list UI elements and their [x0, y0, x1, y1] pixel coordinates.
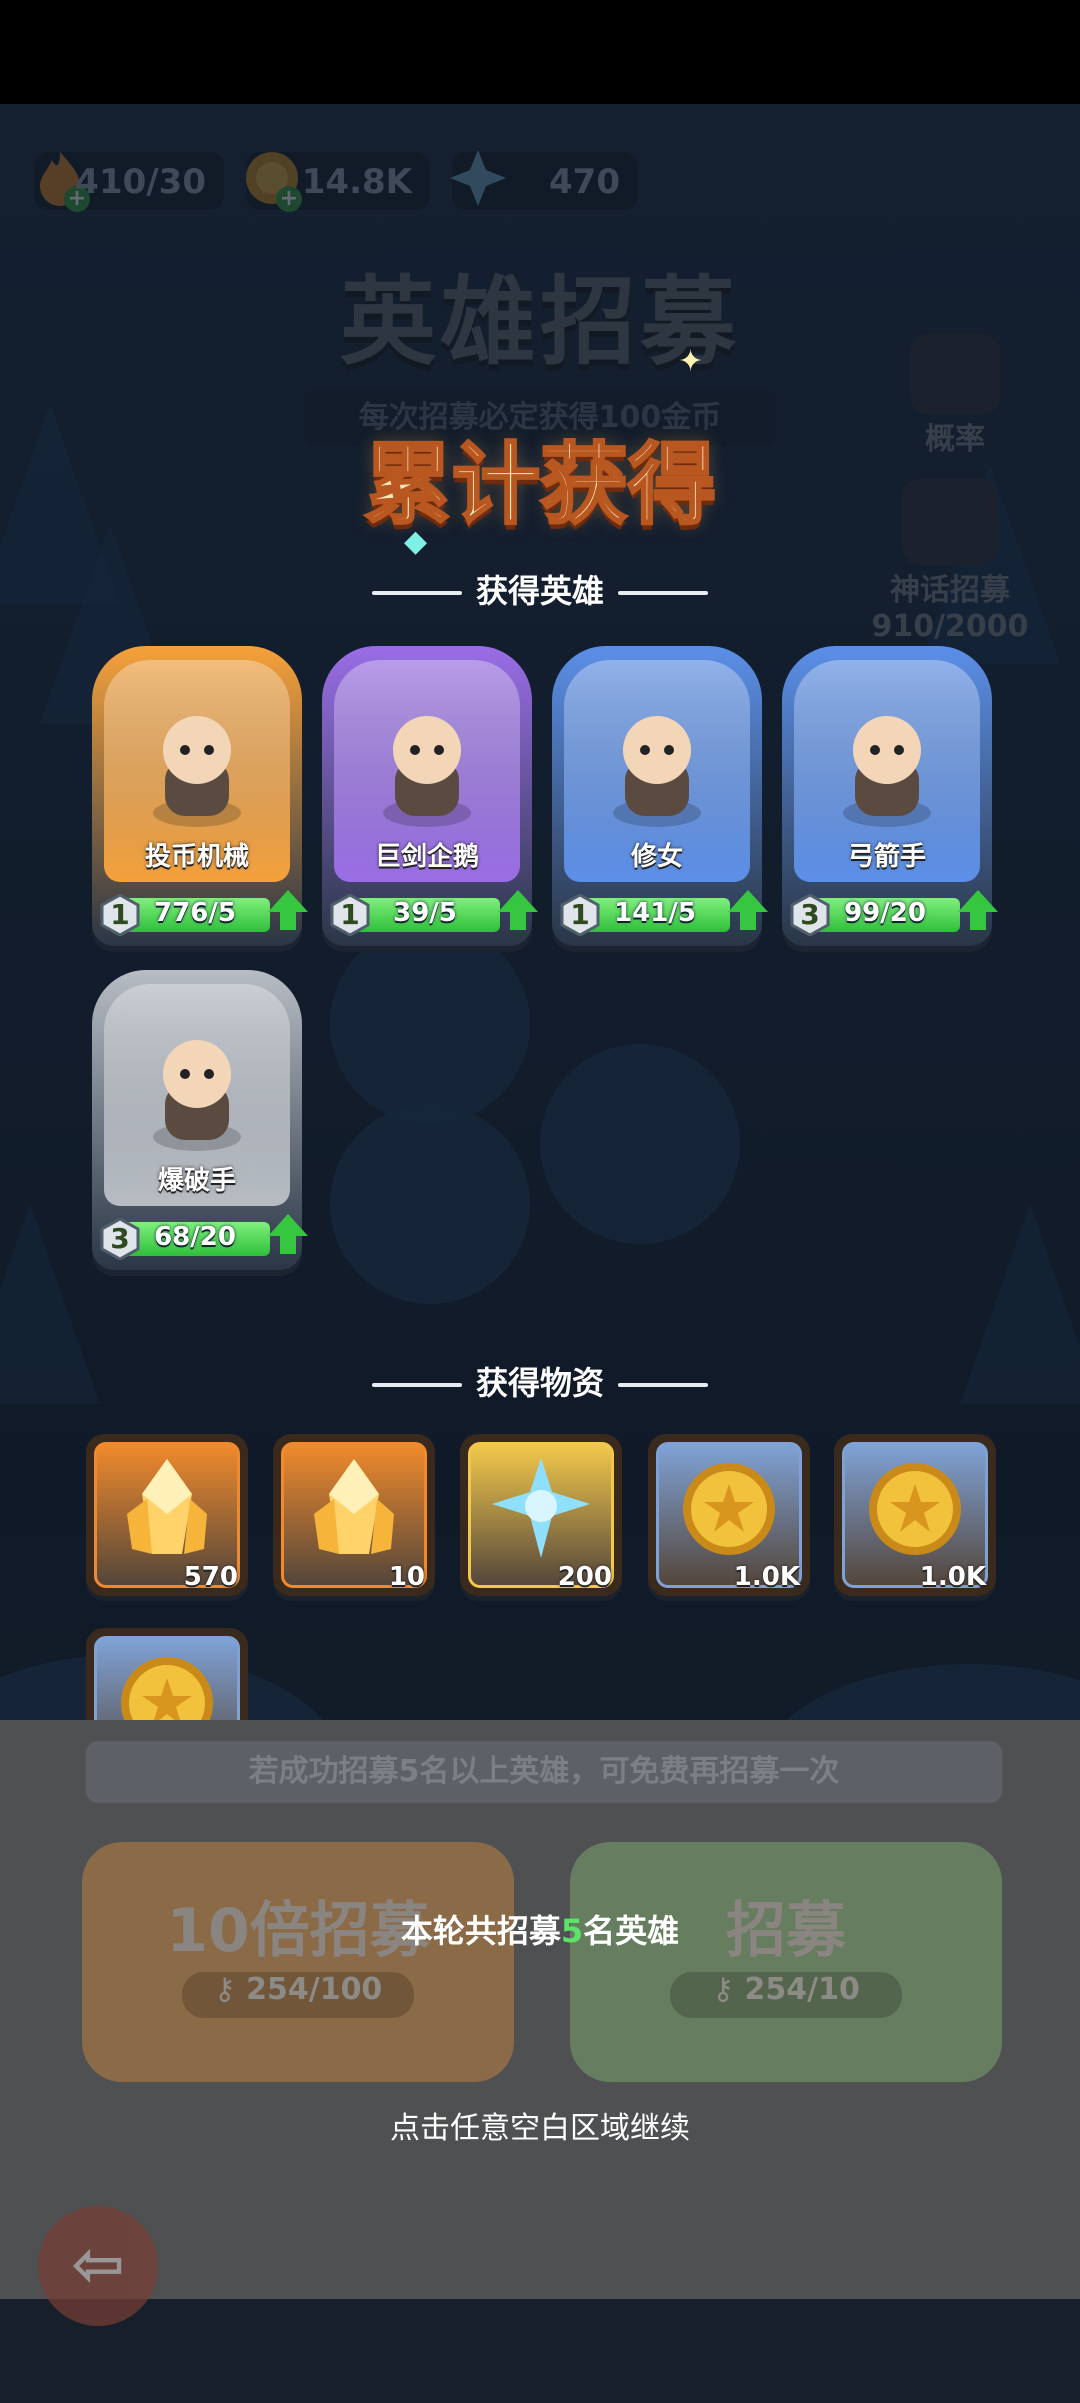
hero-level: 1 — [570, 898, 590, 931]
upgrade-arrow-icon — [268, 890, 308, 930]
hero-level-badge: 1 — [560, 894, 600, 936]
ten-recruit-button[interactable]: 10倍招募 ⚷ 254/100 — [82, 1842, 514, 2082]
ten-recruit-cost: ⚷ 254/100 — [182, 1972, 414, 2018]
hero-progress-bar: 141/5 — [580, 898, 730, 932]
items-section-header: 获得物资 — [0, 1358, 1080, 1404]
reward-heading: 累计获得 — [362, 432, 717, 538]
divider-left — [371, 1383, 462, 1387]
key-icon: ⚷ — [712, 1972, 745, 2007]
gold-coin-icon — [683, 1463, 775, 1555]
hero-level: 3 — [110, 1222, 130, 1255]
hero-progress-text: 141/5 — [614, 898, 696, 928]
reward-item-qty: 1.0K — [733, 1562, 800, 1592]
back-arrow-icon: ⇦ — [71, 2228, 125, 2302]
summary-suffix: 名英雄 — [583, 1912, 680, 1950]
hero-card[interactable]: 投币机械 776/5 1 — [92, 646, 308, 946]
hero-name: 爆破手 — [157, 1166, 236, 1196]
hero-progress-bar: 39/5 — [350, 898, 500, 932]
heroes-section-title: 获得英雄 — [475, 572, 604, 610]
free-recruit-hint: 若成功招募5名以上英雄，可免费再招募一次 — [86, 1741, 1002, 1803]
reward-item-qty: 1.0K — [919, 1562, 986, 1592]
hero-level-badge: 1 — [100, 894, 140, 936]
hero-level-badge: 3 — [790, 894, 830, 936]
hero-progress-bar: 68/20 — [120, 1222, 270, 1256]
ten-recruit-cost-value: 254/100 — [246, 1972, 383, 2007]
hero-level: 3 — [800, 898, 820, 931]
hero-progress-bar: 99/20 — [810, 898, 960, 932]
upgrade-arrow-icon — [268, 1214, 308, 1254]
summary-prefix: 本轮共招募 — [400, 1912, 561, 1950]
gold-crystal-icon — [127, 1459, 207, 1554]
hero-card[interactable]: 爆破手 68/20 3 — [92, 970, 308, 1270]
hero-level: 1 — [340, 898, 360, 931]
hero-card[interactable]: 巨剑企鹅 39/5 1 — [322, 646, 538, 946]
upgrade-arrow-icon — [728, 890, 768, 930]
heroes-section-header: 获得英雄 — [0, 566, 1080, 612]
hero-name: 投币机械 — [144, 842, 249, 872]
gold-crystal-icon — [314, 1459, 394, 1554]
hero-card[interactable]: 修女 141/5 1 — [552, 646, 768, 946]
hero-name: 修女 — [630, 842, 683, 872]
hero-progress-text: 776/5 — [154, 898, 236, 928]
single-recruit-cost-value: 254/10 — [744, 1972, 860, 2007]
hero-progress-text: 68/20 — [154, 1222, 236, 1252]
reward-item[interactable]: 10 — [273, 1434, 435, 1596]
divider-right — [618, 1383, 708, 1387]
sparkle-icon: ◆ — [404, 524, 428, 559]
reward-item[interactable]: 570 — [86, 1434, 248, 1596]
nun-hero-icon — [613, 716, 701, 827]
divider-left — [371, 591, 462, 595]
bomber-hero-icon — [153, 1040, 241, 1151]
hero-level-badge: 3 — [100, 1218, 140, 1260]
hero-progress-text: 39/5 — [393, 898, 457, 928]
recruit-summary: 本轮共招募5名英雄 — [0, 1906, 1080, 1952]
hero-progress-bar: 776/5 — [120, 898, 270, 932]
hero-card[interactable]: 弓箭手 99/20 3 — [782, 646, 998, 946]
reward-item-qty: 10 — [388, 1562, 425, 1592]
hero-level-badge: 1 — [330, 894, 370, 936]
sparkle-icon: ✦ — [678, 344, 704, 379]
hero-level: 1 — [110, 898, 130, 931]
coin-machine-hero-icon — [153, 716, 241, 827]
reward-item[interactable]: 1.0K — [834, 1434, 996, 1596]
upgrade-arrow-icon — [498, 890, 538, 930]
reward-item[interactable]: 1.0K — [648, 1434, 810, 1596]
single-recruit-cost: ⚷ 254/10 — [670, 1972, 902, 2018]
archer-hero-icon — [843, 716, 931, 827]
divider-right — [618, 591, 708, 595]
continue-hint: 点击任意空白区域继续 — [390, 2111, 690, 2146]
reward-item-qty: 200 — [557, 1562, 612, 1592]
gold-coin-icon — [869, 1463, 961, 1555]
hero-name: 巨剑企鹅 — [374, 842, 479, 872]
summary-count: 5 — [560, 1912, 584, 1950]
single-recruit-button[interactable]: 招募 ⚷ 254/10 — [570, 1842, 1002, 2082]
items-section-title: 获得物资 — [475, 1364, 604, 1402]
hero-name: 弓箭手 — [847, 842, 926, 872]
status-bar — [0, 0, 1080, 104]
key-icon: ⚷ — [213, 1972, 247, 2007]
hero-progress-text: 99/20 — [844, 898, 926, 928]
reward-item-qty: 570 — [183, 1562, 238, 1592]
sword-penguin-hero-icon — [383, 716, 471, 827]
upgrade-arrow-icon — [958, 890, 998, 930]
snow-crystal-icon — [492, 1458, 590, 1558]
back-button[interactable]: ⇦ — [38, 2206, 158, 2326]
reward-item[interactable]: 200 — [460, 1434, 622, 1596]
